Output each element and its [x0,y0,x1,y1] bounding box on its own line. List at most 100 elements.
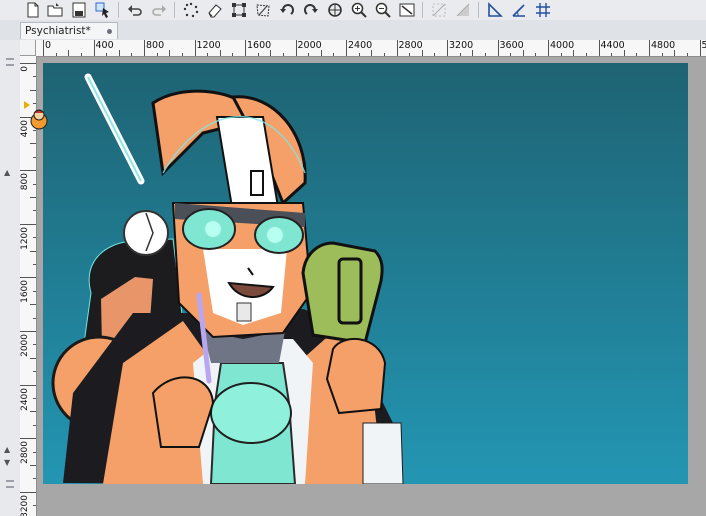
ruler-minor-tick [33,398,36,399]
angle-ruler-icon[interactable] [510,1,528,19]
ruler-label: 2000 [297,40,322,51]
warp-icon[interactable] [254,1,272,19]
scroll-up-icon[interactable]: ▲ [4,445,10,454]
ruler-minor-tick [33,424,36,426]
ruler-icon[interactable] [486,1,504,19]
ruler-major-tick [447,40,448,56]
ruler-major-tick [43,40,44,56]
panel-grip[interactable] [6,486,14,488]
ruler-major-tick [20,63,36,64]
ruler-label: 0 [20,66,30,72]
ruler-minor-tick [33,264,36,265]
close-tab-icon[interactable] [107,29,112,34]
zoom-out-icon[interactable] [374,1,392,19]
select-arrow-icon[interactable] [94,1,112,19]
ruler-minor-tick [270,50,272,56]
artwork-illustration [43,63,688,484]
ruler-major-tick [20,170,36,172]
ruler-major-tick [20,223,36,225]
fit-screen-icon[interactable] [398,1,416,19]
perspective-off-icon[interactable] [454,1,472,19]
panel-grip[interactable] [6,58,14,60]
ruler-minor-tick [156,53,158,56]
ruler-minor-tick [434,53,436,56]
ruler-major-tick [649,40,650,56]
new-file-icon[interactable] [24,1,42,19]
transform-icon[interactable] [230,1,248,19]
ruler-minor-tick [33,183,36,185]
ruler-minor-tick [522,50,524,56]
ruler-minor-tick [30,250,36,252]
ruler-minor-tick [573,50,575,56]
eraser-icon[interactable] [206,1,224,19]
ruler-minor-tick [30,89,36,91]
ruler-minor-tick [320,50,322,56]
ruler-label: 3600 [499,40,524,51]
open-folder-icon[interactable] [46,1,64,19]
ruler-label: 1600 [20,280,30,304]
ruler-minor-tick [118,50,120,56]
ruler-major-tick [20,277,36,279]
ruler-minor-tick [257,53,259,56]
ruler-minor-tick [308,53,310,56]
ruler-label: 1600 [247,40,272,51]
collapse-up-icon[interactable]: ▲ [4,168,10,177]
ruler-label: 2800 [398,40,423,51]
move-view-icon[interactable] [326,1,344,19]
ruler-minor-tick [106,53,108,56]
ruler-minor-tick [409,53,411,56]
ruler-minor-tick [207,53,209,56]
marquee-icon[interactable] [182,1,200,19]
ruler-label: 52 [702,41,706,51]
grid-icon[interactable] [534,1,552,19]
ruler-major-tick [93,40,95,56]
ruler-minor-tick [611,53,613,56]
ruler-label: 4000 [550,40,575,51]
undo-icon[interactable] [126,1,144,19]
ruler-minor-tick [33,371,36,373]
ruler-major-tick [194,40,196,56]
ruler-minor-tick [484,53,486,56]
panel-grip[interactable] [6,480,14,482]
panel-grip[interactable] [6,64,14,66]
save-icon[interactable] [70,1,88,19]
zoom-in-icon[interactable] [350,1,368,19]
ruler-minor-tick [636,53,638,56]
ruler-minor-tick [421,50,423,56]
redo-icon[interactable] [150,1,168,19]
ruler-minor-tick [33,451,36,453]
ruler-minor-tick [55,53,57,56]
ruler-minor-tick [358,53,360,56]
scroll-down-icon[interactable]: ▼ [4,458,10,467]
document-tab[interactable]: Psychiatrist* [20,22,118,39]
ruler-minor-tick [661,53,663,56]
ruler-minor-tick [535,53,537,56]
ruler-label: 2400 [20,387,30,411]
rotate-right-icon[interactable] [302,1,320,19]
ruler-major-tick [497,40,499,56]
ruler-minor-tick [80,53,82,56]
ruler-label: 400 [95,40,114,51]
ruler-minor-tick [33,290,36,292]
document-tab-title: Psychiatrist* [25,25,91,37]
ruler-minor-tick [33,478,36,480]
ruler-label: 1200 [20,226,30,250]
ruler-minor-tick [30,465,36,466]
horizontal-ruler[interactable]: 0 400 800 1200 1600 2000 2400 2800 3200 3600 4000 4… [36,40,706,57]
ruler-label: 0 [45,40,52,51]
ruler-minor-tick [333,53,335,56]
ruler-minor-tick [30,411,36,413]
ruler-minor-tick [30,197,36,198]
ruler-minor-tick [623,50,625,56]
ruler-off-icon[interactable] [430,1,448,19]
ruler-major-tick [144,40,145,56]
ruler-major-tick [396,40,398,56]
ruler-major-tick [245,40,246,56]
main-toolbar [0,0,706,21]
ruler-label: 3200 [449,40,474,51]
drawing-canvas[interactable] [43,63,688,484]
ruler-minor-tick [181,53,183,56]
ruler-label: 4800 [651,40,676,51]
ruler-minor-tick [219,50,221,56]
rotate-left-icon[interactable] [278,1,296,19]
